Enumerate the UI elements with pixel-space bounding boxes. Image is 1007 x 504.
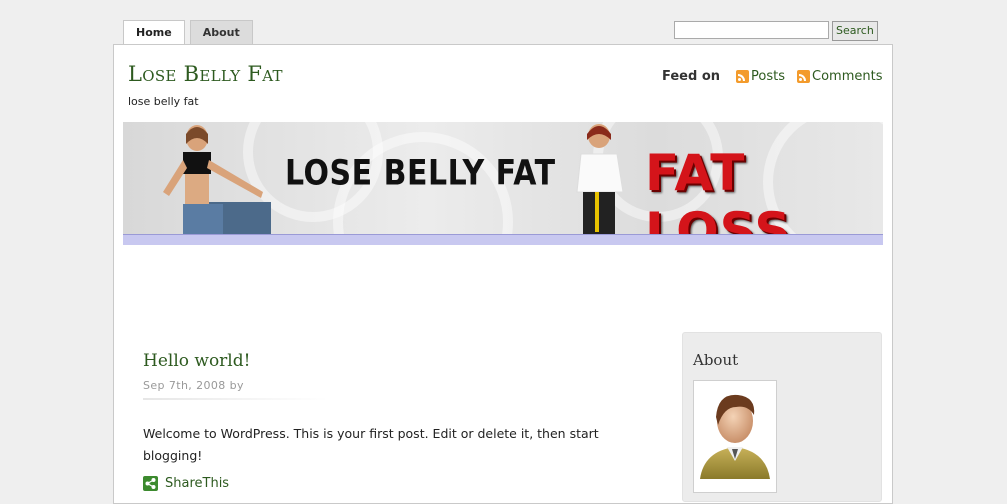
banner-title-right: FAT LOSS — [645, 144, 792, 234]
banner-strip — [123, 234, 883, 245]
rss-icon — [736, 70, 750, 83]
rss-icon — [797, 70, 810, 83]
site-title[interactable]: Lose Belly Fat — [128, 62, 283, 86]
feed-label: Feed on — [662, 69, 721, 84]
feed-posts-label[interactable]: Posts — [751, 69, 785, 84]
banner-woman-left-image — [163, 125, 271, 234]
tab-home[interactable]: Home — [123, 20, 185, 45]
sidebar-title: About — [693, 351, 739, 369]
post-meta: Sep 7th, 2008 by — [143, 379, 244, 392]
post-divider — [143, 398, 328, 400]
avatar-person-icon — [700, 394, 770, 479]
avatar — [693, 380, 777, 493]
tab-about[interactable]: About — [189, 20, 253, 44]
banner-title-left: LOSE BELLY FAT — [285, 153, 556, 194]
nav-tabs: Home About — [123, 20, 253, 45]
feed-comments-link[interactable]: Comments — [797, 69, 882, 84]
banner-woman-right-image — [576, 124, 624, 234]
feed-comments-label[interactable]: Comments — [812, 69, 882, 84]
sharethis-link[interactable]: ShareThis — [143, 476, 229, 491]
header-banner: LOSE BELLY FAT FAT LOSS — [123, 122, 883, 234]
search-form: Search — [674, 21, 878, 41]
feed-posts-link[interactable]: Posts — [736, 69, 785, 84]
share-icon — [143, 476, 158, 491]
site-tagline: lose belly fat — [128, 95, 199, 108]
search-input[interactable] — [674, 21, 829, 39]
post-title[interactable]: Hello world! — [143, 351, 250, 371]
search-button[interactable]: Search — [832, 21, 878, 41]
feed-links: Feed on Posts Comments — [662, 69, 882, 84]
post-body: Welcome to WordPress. This is your first… — [143, 426, 599, 463]
sharethis-label[interactable]: ShareThis — [165, 476, 229, 491]
